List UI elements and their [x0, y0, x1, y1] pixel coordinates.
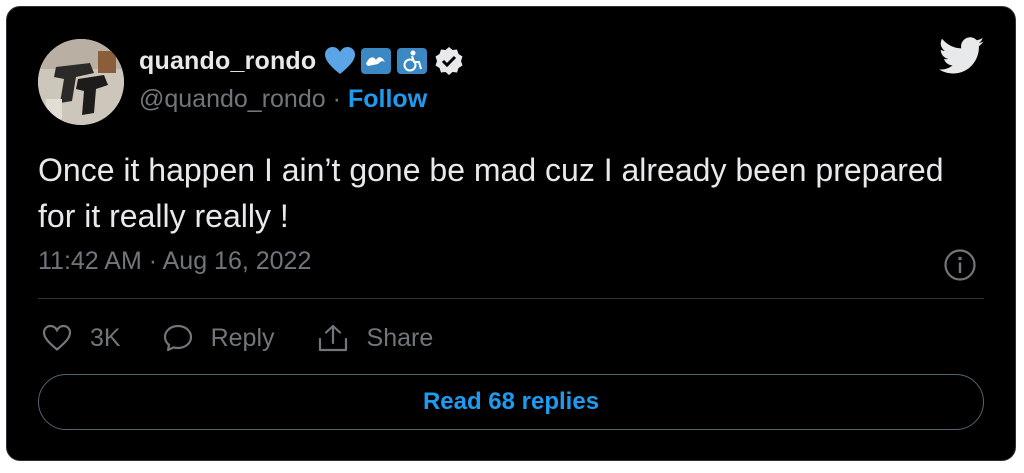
tweet-card: quando_rondo @quando_rondo · Follow Once…: [6, 6, 1016, 461]
blue-heart-icon: [324, 46, 356, 76]
read-replies-label: Read 68 replies: [422, 388, 600, 415]
user-name-row: quando_rondo: [139, 43, 464, 79]
share-icon: [318, 324, 347, 352]
twitter-logo-icon[interactable]: [938, 37, 985, 75]
like-button[interactable]: 3K: [42, 324, 121, 353]
divider: [38, 298, 984, 299]
verified-icon: [434, 46, 464, 76]
tweet-timestamp[interactable]: 11:42 AM · Aug 16, 2022: [38, 247, 311, 276]
display-name[interactable]: quando_rondo: [139, 47, 316, 76]
wave-icon: [360, 46, 392, 76]
info-icon[interactable]: [943, 248, 977, 282]
follow-link[interactable]: Follow: [348, 85, 427, 114]
avatar[interactable]: [38, 39, 124, 125]
wheelchair-icon: [396, 46, 428, 76]
separator: ·: [332, 85, 341, 113]
like-count: 3K: [90, 323, 121, 352]
reply-icon: [163, 324, 192, 352]
user-handle[interactable]: @quando_rondo: [139, 85, 326, 114]
share-button[interactable]: Share: [317, 323, 434, 353]
action-bar: 3K Reply Share: [42, 318, 475, 358]
reply-label: Reply: [210, 323, 275, 352]
reply-button[interactable]: Reply: [163, 324, 275, 353]
share-label: Share: [366, 323, 434, 352]
handle-row: @quando_rondo · Follow: [139, 85, 427, 114]
heart-icon: [42, 324, 72, 351]
tweet-text: Once it happen I ain’t gone be mad cuz I…: [38, 152, 944, 234]
read-replies-button[interactable]: Read 68 replies: [38, 374, 984, 430]
